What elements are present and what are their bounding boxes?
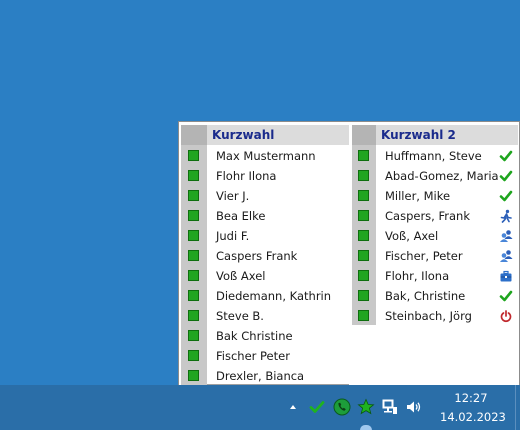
menu-item-voss-axel[interactable]: Voß Axel (181, 266, 349, 286)
presence-square-icon (188, 170, 199, 181)
menu-item-vier-j[interactable]: Vier J. (181, 186, 349, 206)
menu-gutter-header (352, 125, 376, 145)
presence-square-icon (188, 370, 199, 381)
presence-square-icon (188, 290, 199, 301)
menu-item-steve-b[interactable]: Steve B. (181, 306, 349, 326)
menu-item-diedemann-kathrin[interactable]: Diedemann, Kathrin (181, 286, 349, 306)
menu-item-drexler-bianca[interactable]: Drexler, Bianca (181, 366, 349, 386)
menu-item-label: Flohr, Ilona (385, 269, 450, 283)
kurzwahl-2-items: Huffmann, Steve Abad-Gomez, Maria Miller, … (352, 146, 518, 326)
kurzwahl-2-menu-title: Kurzwahl 2 (376, 125, 518, 145)
presence-square-icon (188, 190, 199, 201)
presence-square-icon (358, 190, 369, 201)
menu-item-flohr-ilona[interactable]: Flohr, Ilona (352, 266, 518, 286)
menu-item-label: Bak, Christine (385, 289, 466, 303)
available-check-icon (499, 190, 513, 202)
presence-square-icon (188, 310, 199, 321)
presence-square-icon (188, 230, 199, 241)
menu-item-label: Drexler, Bianca (216, 369, 305, 383)
clock-date[interactable]: 14.02.2023 (440, 410, 506, 424)
menu-item-label: Miller, Mike (385, 189, 451, 203)
phone-app-icon[interactable] (333, 398, 351, 416)
menu-item-bak-christine[interactable]: Bak Christine (181, 326, 349, 346)
menu-item-bak-christine[interactable]: Bak, Christine (352, 286, 518, 306)
presence-square-icon (358, 270, 369, 281)
kurzwahl-menu: Kurzwahl Max Mustermann Flohr Ilona Vier J… (181, 125, 349, 385)
favorites-star-icon[interactable] (357, 398, 375, 416)
presence-square-icon (358, 250, 369, 261)
presence-square-icon (188, 350, 199, 361)
kurzwahl-2-menu: Kurzwahl 2 Huffmann, Steve Abad-Gomez, Ma… (352, 125, 518, 325)
menu-item-huffmann-steve[interactable]: Huffmann, Steve (352, 146, 518, 166)
presence-square-icon (358, 210, 369, 221)
show-desktop-button[interactable] (515, 385, 520, 430)
menu-item-miller-mike[interactable]: Miller, Mike (352, 186, 518, 206)
menu-item-label: Caspers, Frank (385, 209, 470, 223)
offline-power-icon (500, 310, 512, 323)
menu-item-voss-axel[interactable]: Voß, Axel (352, 226, 518, 246)
menu-item-label: Fischer, Peter (385, 249, 463, 263)
menu-item-label: Fischer Peter (216, 349, 290, 363)
clock-time[interactable]: 12:27 (449, 391, 493, 405)
menu-item-judi-f[interactable]: Judi F. (181, 226, 349, 246)
business-briefcase-icon (500, 270, 512, 282)
presence-square-icon (188, 150, 199, 161)
presence-square-icon (358, 150, 369, 161)
presence-square-icon (188, 210, 199, 221)
presence-square-icon (188, 330, 199, 341)
presence-check-icon[interactable] (309, 399, 325, 415)
menu-item-caspers-frank[interactable]: Caspers, Frank (352, 206, 518, 226)
presence-square-icon (188, 270, 199, 281)
menu-item-label: Huffmann, Steve (385, 149, 482, 163)
menu-item-label: Voß, Axel (385, 229, 439, 243)
presence-square-icon (358, 290, 369, 301)
menu-item-label: Abad-Gomez, Maria (385, 169, 499, 183)
menu-item-steinbach-joerg[interactable]: Steinbach, Jörg (352, 306, 518, 326)
menu-item-label: Bea Elke (216, 209, 266, 223)
menu-item-abad-gomez-maria[interactable]: Abad-Gomez, Maria (352, 166, 518, 186)
menu-item-label: Steinbach, Jörg (385, 309, 472, 323)
available-check-icon (499, 290, 513, 302)
menu-item-label: Diedemann, Kathrin (216, 289, 332, 303)
available-check-icon (499, 170, 513, 182)
menu-item-label: Vier J. (216, 189, 250, 203)
in-meeting-people-icon (500, 230, 513, 242)
menu-item-label: Steve B. (216, 309, 264, 323)
speed-dial-popup: Kurzwahl Max Mustermann Flohr Ilona Vier J… (178, 121, 520, 386)
chevron-up-icon[interactable] (287, 401, 299, 413)
menu-item-label: Judi F. (216, 229, 250, 243)
available-check-icon (499, 150, 513, 162)
menu-item-label: Bak Christine (216, 329, 293, 343)
menu-item-flohr-ilona[interactable]: Flohr Ilona (181, 166, 349, 186)
network-icon[interactable] (381, 398, 399, 416)
away-running-icon (500, 209, 512, 223)
menu-item-label: Flohr Ilona (216, 169, 277, 183)
kurzwahl-items: Max Mustermann Flohr Ilona Vier J. Bea Elke… (181, 146, 349, 386)
kurzwahl-menu-title: Kurzwahl (207, 125, 349, 145)
volume-icon[interactable] (405, 398, 423, 416)
presence-square-icon (188, 250, 199, 261)
menu-item-label: Max Mustermann (216, 149, 316, 163)
menu-item-fischer-peter[interactable]: Fischer, Peter (352, 246, 518, 266)
menu-item-caspers-frank[interactable]: Caspers Frank (181, 246, 349, 266)
menu-item-label: Voß Axel (216, 269, 266, 283)
presence-square-icon (358, 170, 369, 181)
menu-item-fischer-peter[interactable]: Fischer Peter (181, 346, 349, 366)
menu-gutter-header (181, 125, 207, 145)
menu-item-bea-elke[interactable]: Bea Elke (181, 206, 349, 226)
menu-item-max-mustermann[interactable]: Max Mustermann (181, 146, 349, 166)
in-meeting-people-icon (500, 250, 513, 262)
presence-square-icon (358, 230, 369, 241)
presence-square-icon (358, 310, 369, 321)
active-indicator (360, 425, 372, 430)
menu-item-label: Caspers Frank (216, 249, 298, 263)
